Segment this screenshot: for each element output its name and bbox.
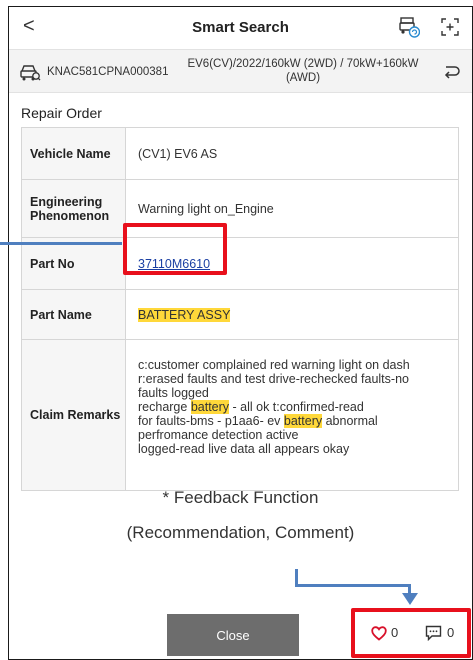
vehicle-info-bar: KNAC581CPNA000381 EV6(CV)/2022/160kW (2W… xyxy=(9,49,472,93)
remarks-highlight: battery xyxy=(283,414,323,428)
vehicle-spec: EV6(CV)/2022/160kW (2WD) / 70kW+160kW (A… xyxy=(185,57,421,85)
remarks-text: recharge xyxy=(138,400,191,414)
row-part-no: Part No 37110M6610 xyxy=(22,238,458,290)
value-claim-remarks: c:customer complained red warning light … xyxy=(126,340,458,490)
comment-count: 0 xyxy=(447,625,455,640)
vehicle-spec-line-1: EV6(CV)/2022/160kW (2WD) / 70kW+160kW xyxy=(187,58,419,70)
remarks-line: recharge battery - all ok t:confirmed-re… xyxy=(138,400,458,414)
vehicle-scan-icon[interactable] xyxy=(398,16,420,38)
feedback-caption-line-1: * Feedback Function xyxy=(162,488,319,507)
section-title-repair-order: Repair Order xyxy=(21,105,102,121)
label-engineering-phenomenon: Engineering Phenomenon xyxy=(22,180,126,237)
feedback-caption-line-2: (Recommendation, Comment) xyxy=(126,523,355,542)
remarks-line: r:erased faults and test drive-rechecked… xyxy=(138,372,409,386)
remarks-text: abnormal xyxy=(322,414,378,428)
top-bar: < Smart Search xyxy=(9,7,472,49)
value-part-name: BATTERY ASSY xyxy=(126,290,458,339)
expand-icon[interactable] xyxy=(440,17,460,37)
close-button[interactable]: Close xyxy=(167,614,299,656)
like-count: 0 xyxy=(391,625,399,640)
app-frame: < Smart Search KNAC581CPNA000381 EV6(CV)… xyxy=(8,6,473,660)
part-no-callout-line xyxy=(0,242,122,245)
label-part-no: Part No xyxy=(22,238,126,289)
value-vehicle-name: (CV1) EV6 AS xyxy=(138,146,218,161)
remarks-line: faults logged xyxy=(138,386,209,400)
remarks-line: logged-read live data all appears okay xyxy=(138,442,350,456)
remarks-text: for faults-bms - p1aa6- ev xyxy=(138,414,284,428)
label-claim-remarks: Claim Remarks xyxy=(22,340,126,490)
vin-number: KNAC581CPNA000381 xyxy=(47,66,169,78)
remarks-highlight: battery xyxy=(190,400,230,414)
remarks-line: perfromance detection active xyxy=(138,428,299,442)
car-search-icon xyxy=(20,65,41,81)
comment-icon[interactable] xyxy=(425,625,442,641)
part-no-callout-box xyxy=(123,223,227,275)
remarks-line: c:customer complained red warning light … xyxy=(138,358,410,372)
label-engineering-line-1: Engineering xyxy=(30,194,103,209)
feedback-box: 0 0 xyxy=(351,608,471,658)
remarks-line: for faults-bms - p1aa6- ev battery abnor… xyxy=(138,414,458,428)
row-part-name: Part Name BATTERY ASSY xyxy=(22,290,458,340)
part-name-highlight: BATTERY ASSY xyxy=(138,307,231,322)
row-engineering-phenomenon: Engineering Phenomenon Warning light on_… xyxy=(22,180,458,238)
feedback-callout-line-horizontal xyxy=(295,584,411,587)
label-engineering-line-2: Phenomenon xyxy=(30,208,110,223)
row-claim-remarks: Claim Remarks c:customer complained red … xyxy=(22,340,458,490)
vehicle-spec-line-2: (AWD) xyxy=(285,72,321,84)
feedback-callout-arrowhead xyxy=(402,593,418,605)
heart-icon[interactable] xyxy=(371,626,387,641)
row-vehicle-name: Vehicle Name (CV1) EV6 AS xyxy=(22,128,458,180)
return-icon[interactable] xyxy=(442,64,460,80)
remarks-text: - all ok t:confirmed-read xyxy=(229,400,364,414)
label-part-name: Part Name xyxy=(22,290,126,339)
repair-order-table: Vehicle Name (CV1) EV6 AS Engineering Ph… xyxy=(21,127,459,491)
label-vehicle-name: Vehicle Name xyxy=(22,128,126,179)
